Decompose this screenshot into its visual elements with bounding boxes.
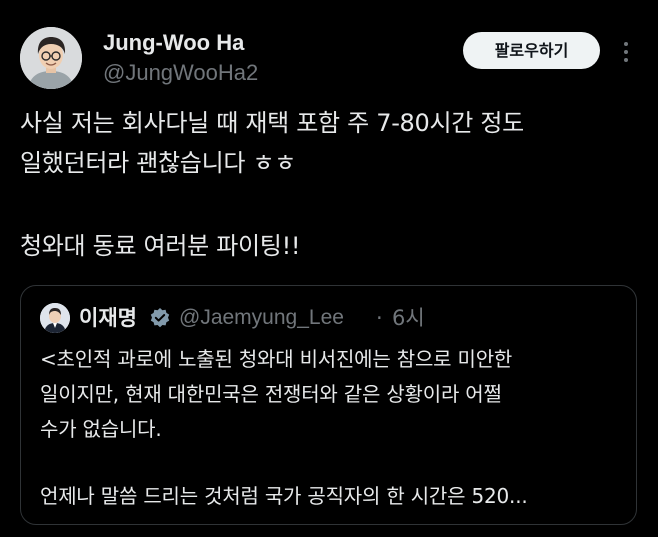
tweet-text-line: 청와대 동료 여러분 파이팅!! (20, 232, 301, 260)
tweet-detail: Jung-Woo Ha @JungWooHa2 팔로우하기 사실 저는 회사다닐… (0, 0, 658, 537)
quoted-tweet-card[interactable]: 이재명 @Jaemyung_Lee · 6시 <초인적 과로에 노출된 청와대 … (20, 285, 637, 525)
follow-button[interactable]: 팔로우하기 (463, 32, 600, 69)
quoted-timestamp[interactable]: 6시 (392, 303, 425, 333)
separator-dot: · (376, 306, 383, 330)
quoted-author-avatar[interactable] (40, 303, 70, 333)
author-handle[interactable]: @JungWooHa2 (103, 59, 258, 87)
quoted-author-name[interactable]: 이재명 (79, 303, 137, 333)
more-vertical-icon (624, 42, 628, 62)
quoted-author-avatar-image (40, 303, 70, 333)
author-name[interactable]: Jung-Woo Ha (103, 29, 244, 57)
tweet-text-line: 일했던터라 괜찮습니다 ㅎㅎ (20, 149, 297, 177)
more-options-button[interactable] (614, 38, 638, 66)
quoted-text-line: 일이지만, 현재 대한민국은 전쟁터와 같은 상황이라 어쩔 (40, 382, 502, 406)
quoted-author-handle[interactable]: @Jaemyung_Lee (179, 303, 344, 333)
author-avatar[interactable] (20, 27, 82, 89)
tweet-text-line: 사실 저는 회사다닐 때 재택 포함 주 7-80시간 정도 (20, 109, 524, 137)
quoted-text-line: <초인적 과로에 노출된 청와대 비서진에는 참으로 미안한 (40, 347, 513, 371)
author-avatar-image (20, 27, 82, 89)
quoted-text-line: 언제나 말씀 드리는 것처럼 국가 공직자의 한 시간은 520... (40, 484, 528, 508)
quoted-text-line: 수가 없습니다. (40, 417, 162, 441)
verified-badge-icon (150, 308, 170, 328)
